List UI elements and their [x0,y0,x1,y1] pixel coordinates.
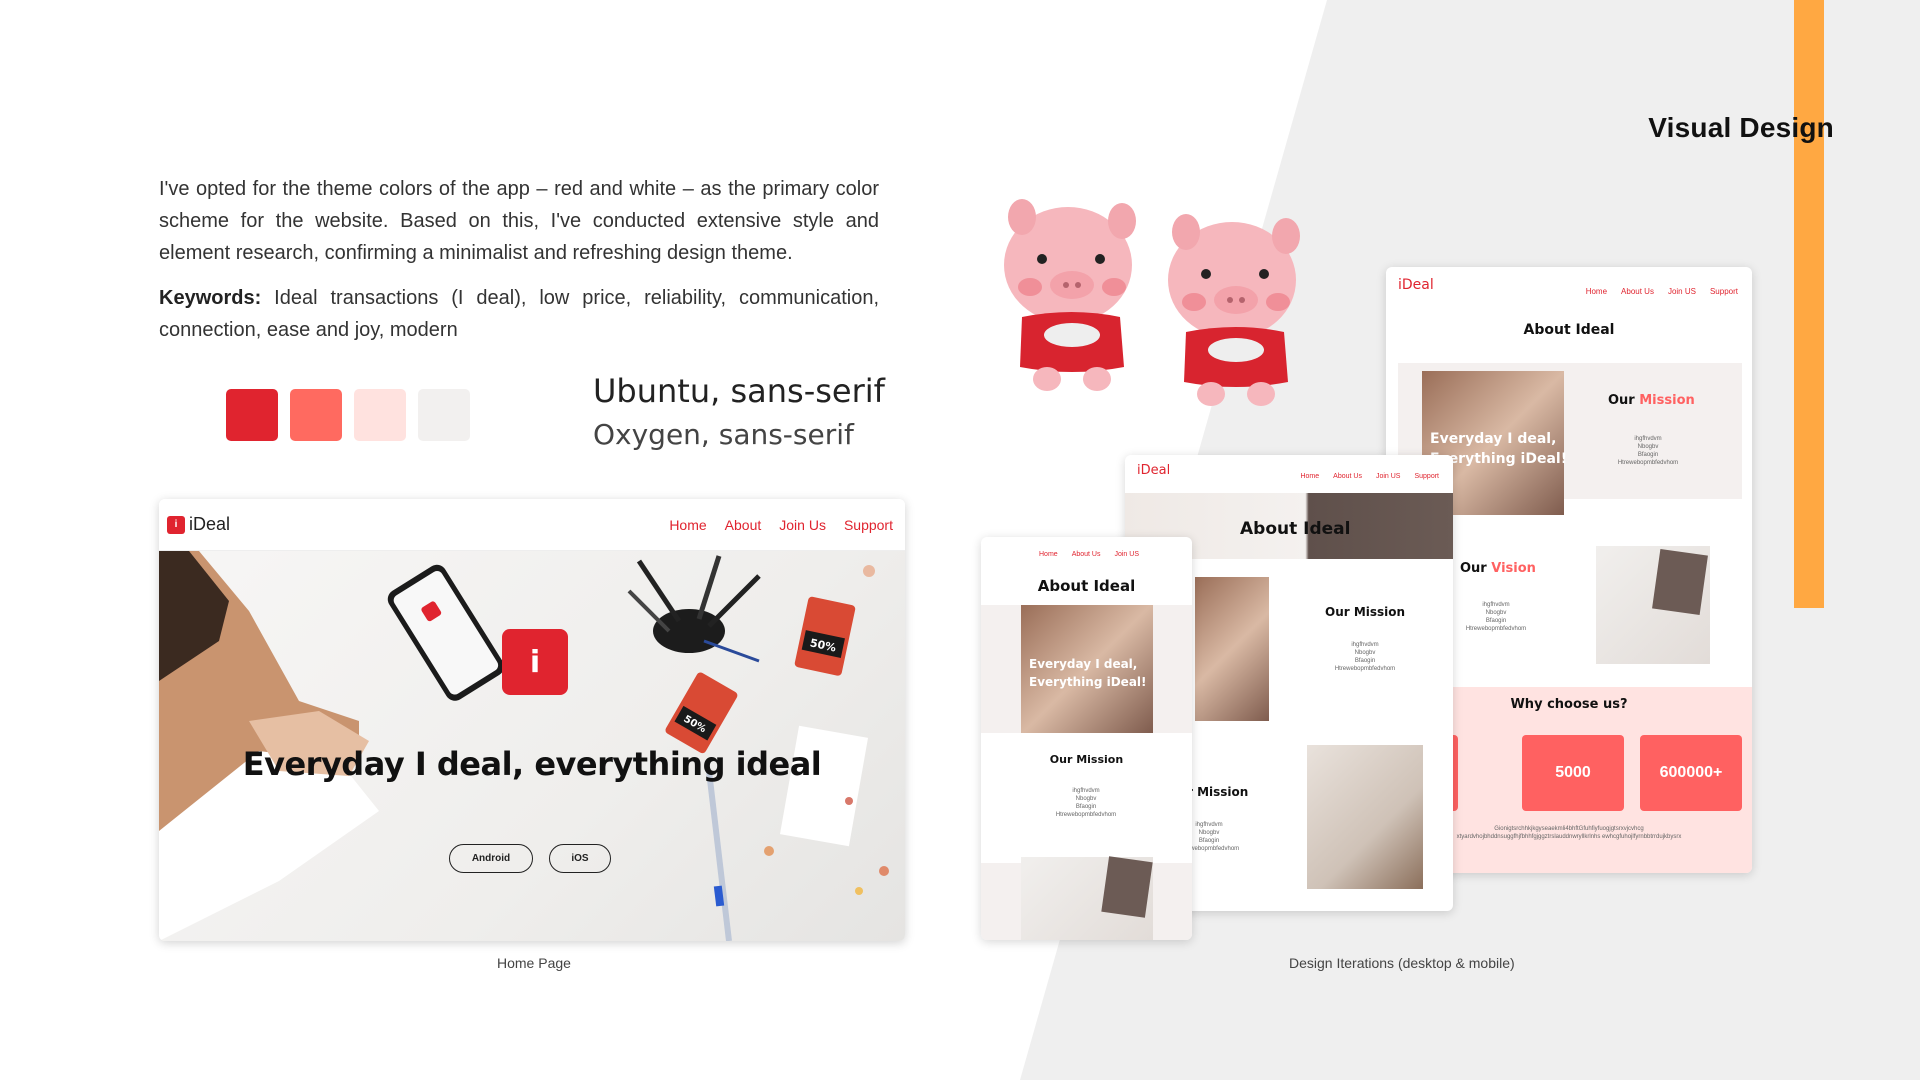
hero-buttons: Android iOS [449,844,611,873]
stat-box-3: 600000+ [1640,735,1742,811]
discount-tag-2-icon: 50% [665,672,738,754]
hero-section: i 50% 50% Everyday I deal, everything id… [159,551,905,941]
mock-logo-text: iDeal [189,514,231,534]
keywords-label: Keywords: [159,287,262,309]
nav-about-link[interactable]: About [725,517,762,533]
iter-mid-nav: Home About Us Join US Support [1300,473,1439,480]
android-button[interactable]: Android [449,844,533,873]
iter-mid-photo-hands [1195,577,1269,721]
font-secondary-label: Oxygen, sans-serif [593,418,854,451]
iter-mobile-hero-text: Everyday I deal, Everything iDeal! [1029,657,1147,689]
svg-text:i: i [530,645,540,680]
cart-logo-icon: i [167,515,185,534]
iter-mid-mission: Our Mission [1325,605,1406,619]
iter-back-nav: Home About Us Join US Support [1585,287,1738,296]
mock-logo[interactable]: i iDeal [167,514,230,535]
phone-icon [387,564,505,701]
accent-bar [1794,0,1824,608]
section-title: Visual Design [1648,112,1834,143]
swatch-offwhite [418,389,470,441]
font-primary-label: Ubuntu, sans-serif [593,372,885,410]
iter-back-about-title: About Ideal [1523,322,1615,338]
nav-join-link[interactable]: Join Us [779,517,826,533]
iteration-mobile: Home About Us Join US About Ideal Everyd… [981,537,1192,940]
ios-button[interactable]: iOS [549,844,611,873]
color-palette [226,389,470,441]
stat-box-2: 5000 [1522,735,1624,811]
paper-icon [779,725,869,847]
pen-cup-icon [653,609,725,653]
iter-mobile-about-title: About Ideal [1037,577,1136,595]
swatch-coral [290,389,342,441]
iter-mid-about-title: About Ideal [1240,519,1351,539]
home-page-mockup: i iDeal Home About Join Us Support i 50%… [159,499,905,941]
pen-icon [706,770,732,941]
iter-back-mission: Our Mission [1608,393,1695,408]
discount-tag-icon: 50% [794,596,856,676]
iter-mid-mission-2: r Mission [1187,785,1249,799]
pig-mascot-1-icon [1004,199,1136,391]
mock-navbar: i iDeal Home About Join Us Support [159,499,905,551]
iterations-caption: Design Iterations (desktop & mobile) [1289,955,1515,971]
swatch-red [226,389,278,441]
pig-mascot-2-icon [1168,214,1300,406]
mock-nav-links: Home About Join Us Support [669,517,893,533]
keywords-text: Ideal transactions (I deal), low price, … [159,287,879,341]
nav-home-link[interactable]: Home [669,517,706,533]
swatch-pink [354,389,406,441]
iter-mid-logo: iDeal [1137,463,1171,478]
iter-mobile-mission: Our Mission [1049,753,1124,766]
iter-back-vision: Our Vision [1460,561,1536,576]
nav-support-link[interactable]: Support [844,517,893,533]
hero-title: Everyday I deal, everything ideal [242,745,822,783]
home-page-caption: Home Page [497,955,571,971]
iter-mid-photo-woman [1307,745,1423,889]
keywords-paragraph: Keywords: Ideal transactions (I deal), l… [159,282,879,346]
intro-paragraph: I've opted for the theme colors of the a… [159,178,879,264]
iter-back-logo: iDeal [1398,277,1434,293]
iter-mobile-nav: Home About Us Join US [1039,551,1139,558]
